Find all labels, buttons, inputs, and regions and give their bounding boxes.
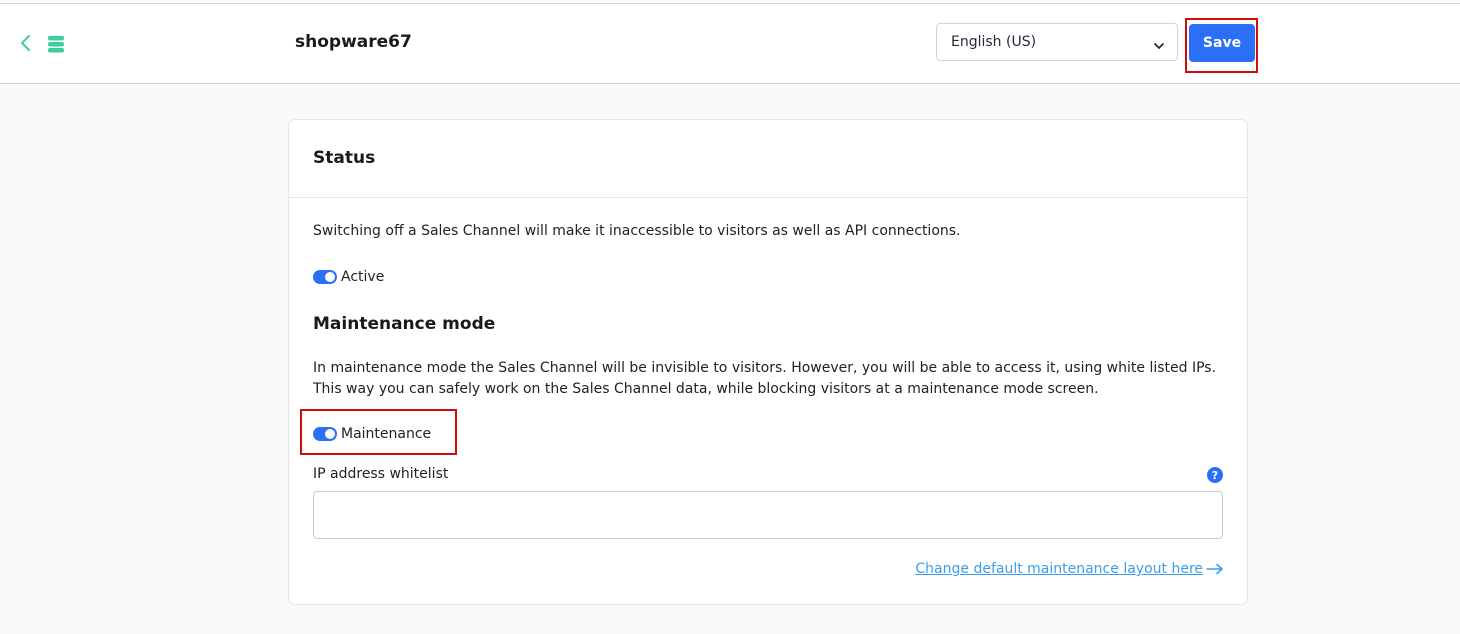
chevron-down-icon	[1153, 37, 1165, 49]
active-toggle[interactable]	[313, 270, 337, 284]
save-button-highlight	[1185, 18, 1258, 73]
change-maintenance-layout-link-text: Change default maintenance layout here	[915, 561, 1203, 577]
card-title: Status	[313, 148, 376, 168]
ip-whitelist-input[interactable]	[313, 491, 1223, 539]
page-header: shopware67 English (US) Save	[0, 4, 1460, 84]
change-maintenance-layout-link[interactable]: Change default maintenance layout here	[915, 561, 1224, 577]
language-select[interactable]: English (US)	[936, 23, 1178, 61]
back-chevron-icon[interactable]	[17, 33, 33, 53]
help-icon[interactable]: ?	[1207, 467, 1223, 483]
status-description: Switching off a Sales Channel will make …	[313, 223, 961, 239]
page-title: shopware67	[295, 32, 412, 52]
sales-channel-icon	[47, 35, 65, 53]
maintenance-toggle-label: Maintenance	[341, 426, 432, 442]
status-card: Status Switching off a Sales Channel wil…	[288, 119, 1248, 605]
active-toggle-label: Active	[341, 269, 385, 285]
maintenance-toggle[interactable]	[313, 427, 337, 441]
language-select-value: English (US)	[951, 34, 1037, 50]
ip-whitelist-label: IP address whitelist	[313, 466, 449, 482]
maintenance-description: In maintenance mode the Sales Channel wi…	[313, 360, 1217, 397]
card-header: Status	[289, 120, 1247, 198]
arrow-right-icon	[1206, 563, 1224, 575]
maintenance-mode-title: Maintenance mode	[313, 314, 496, 334]
